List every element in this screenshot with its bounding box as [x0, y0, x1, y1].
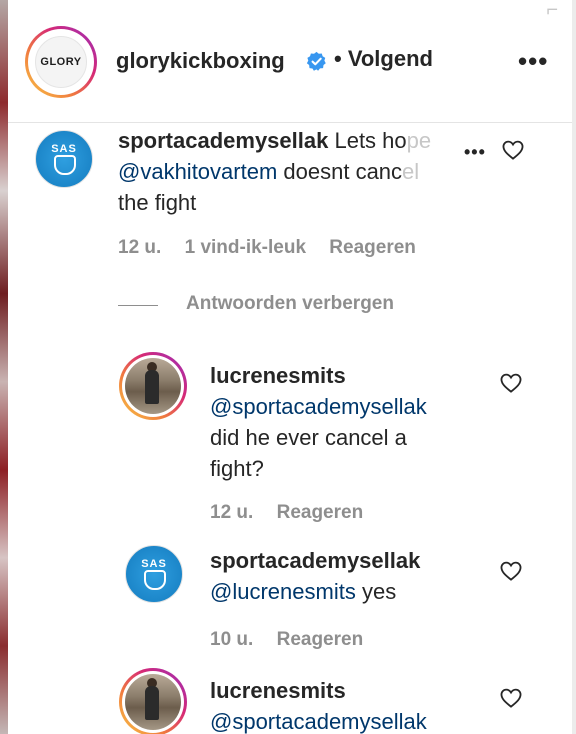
mention-link[interactable]: @vakhitovartem [118, 159, 277, 184]
mention-link[interactable]: @sportacademysellak [210, 394, 427, 419]
reply-text: sportacademysellak @lucrenesmits yes [210, 548, 421, 604]
reply-button[interactable]: Reageren [277, 629, 364, 650]
heart-outline-icon[interactable] [500, 561, 522, 581]
mention-link[interactable]: @sportacademysellak [210, 709, 427, 734]
heart-outline-icon[interactable] [502, 140, 524, 160]
comment-more-icon[interactable]: ••• [464, 142, 486, 163]
reply-username[interactable]: sportacademysellak [210, 548, 420, 573]
reply-button[interactable]: Reageren [329, 237, 416, 258]
profile-photo [125, 358, 181, 414]
glory-logo: GLORY [35, 36, 87, 88]
more-options-icon[interactable]: ••• [518, 46, 548, 77]
crest-icon [144, 570, 166, 590]
follow-status-button[interactable]: • Volgend [334, 46, 433, 72]
divider-line [118, 305, 158, 306]
heart-outline-icon[interactable] [500, 373, 522, 393]
panel-edge [572, 0, 576, 734]
reply-avatar[interactable] [119, 352, 187, 420]
hide-replies-button[interactable]: Antwoorden verbergen [186, 293, 394, 315]
reply-meta: 10 u. Reageren [210, 629, 381, 651]
heart-outline-icon[interactable] [500, 688, 522, 708]
comment-likes[interactable]: 1 vind-ik-leuk [185, 237, 306, 258]
verified-badge-icon [306, 51, 326, 71]
reply-time: 10 u. [210, 629, 254, 650]
reply-text: lucrenesmits @sportacademysellak [210, 675, 500, 734]
reply-text: lucrenesmits @sportacademysellak did he … [210, 363, 427, 481]
background-photo-edge [0, 0, 8, 734]
reply-time: 12 u. [210, 502, 254, 523]
profile-photo [125, 674, 181, 730]
mention-link[interactable]: @lucrenesmits [210, 579, 356, 604]
reply-username[interactable]: lucrenesmits [210, 678, 346, 703]
commenter-avatar[interactable]: SAS [35, 130, 93, 188]
comment-time: 12 u. [118, 237, 162, 258]
post-header: ⌐ GLORY glorykickboxing • Volgend ••• [8, 0, 572, 123]
reply-meta: 12 u. Reageren [210, 502, 381, 524]
comment-meta: 12 u. 1 vind-ik-leuk Reageren [118, 237, 434, 259]
account-avatar[interactable]: GLORY [25, 26, 97, 98]
crest-icon [54, 155, 76, 175]
instagram-post-panel: ⌐ GLORY glorykickboxing • Volgend ••• SA… [0, 0, 576, 734]
account-username[interactable]: glorykickboxing [116, 48, 285, 74]
reply-username[interactable]: lucrenesmits [210, 363, 346, 388]
comment-text: sportacademysellak Lets hope @vakhitovar… [118, 128, 432, 215]
reply-avatar[interactable] [119, 668, 187, 734]
close-icon[interactable]: ⌐ [546, 0, 558, 20]
comment-username[interactable]: sportacademysellak [118, 128, 328, 153]
reply-avatar[interactable]: SAS [125, 545, 183, 603]
reply-button[interactable]: Reageren [277, 502, 364, 523]
comments-list: SAS sportacademysellak Lets hope @vakhit… [8, 124, 572, 734]
